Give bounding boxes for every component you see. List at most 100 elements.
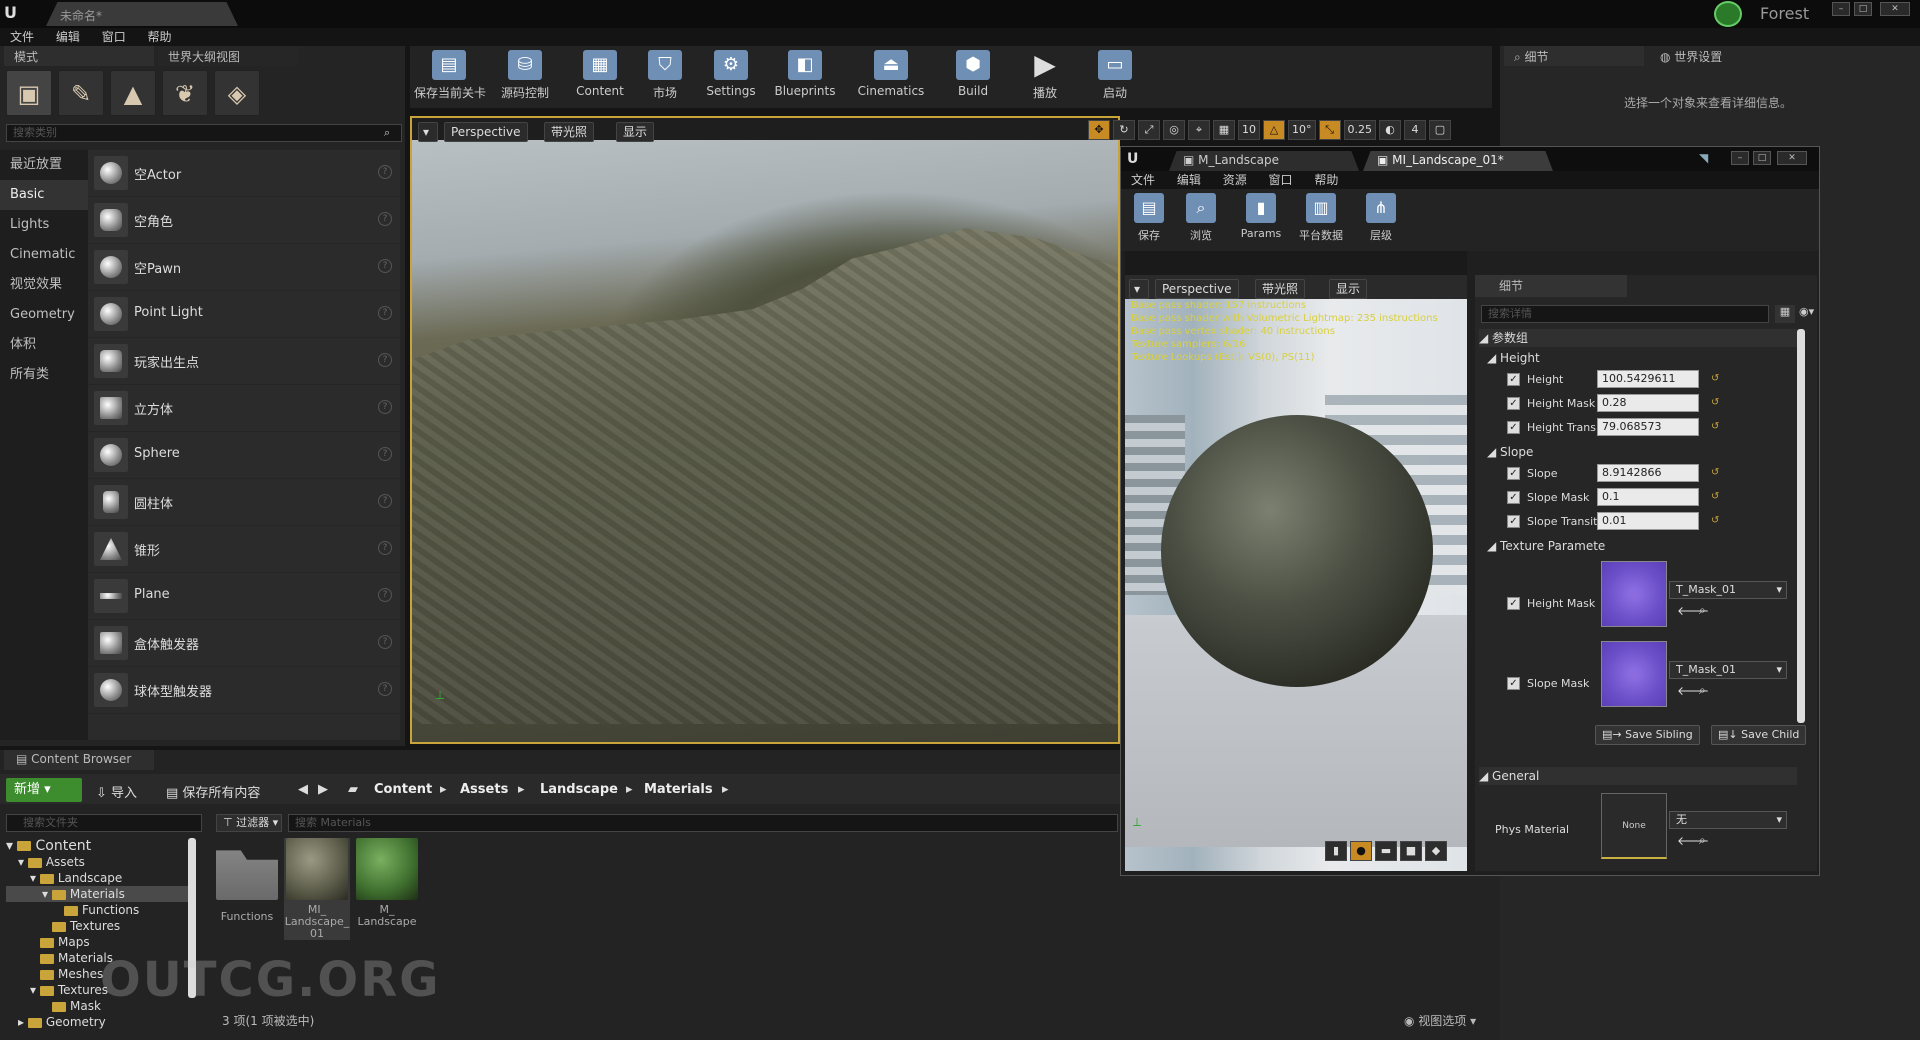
- menu-window[interactable]: 窗口: [1269, 171, 1293, 189]
- view-options-button[interactable]: ◉ 视图选项 ▾: [1404, 1012, 1476, 1029]
- pin-icon[interactable]: ◥: [1699, 151, 1708, 165]
- menu-window[interactable]: 窗口: [102, 28, 126, 46]
- breadcrumb-landscape[interactable]: Landscape: [540, 782, 618, 797]
- lit-button[interactable]: 带光照: [1255, 279, 1306, 299]
- checkbox[interactable]: ✓: [1507, 515, 1520, 528]
- tree-materials-selected[interactable]: ▾ Materials: [6, 886, 192, 902]
- menu-help[interactable]: 帮助: [148, 28, 172, 46]
- grid-snap-icon[interactable]: ▦: [1213, 120, 1235, 140]
- surface-snap-icon[interactable]: ⌖: [1188, 120, 1210, 140]
- tree-maps[interactable]: Maps: [6, 934, 192, 950]
- viewport-menu-button[interactable]: ▾: [1129, 279, 1149, 299]
- close-button[interactable]: ✕: [1777, 151, 1807, 165]
- menu-file[interactable]: 文件: [10, 28, 34, 46]
- category-recent[interactable]: 最近放置: [0, 150, 88, 180]
- blueprints-button[interactable]: ◧ Blueprints: [770, 48, 840, 106]
- category-all-classes[interactable]: 所有类: [0, 360, 88, 390]
- list-item[interactable]: Sphere?: [88, 432, 400, 479]
- cylinder-icon[interactable]: ▮: [1325, 841, 1347, 861]
- texture-select[interactable]: T_Mask_01 ▾: [1669, 661, 1787, 679]
- tab-modes[interactable]: 模式: [4, 46, 154, 66]
- user-icon[interactable]: [1714, 1, 1742, 27]
- level-viewport[interactable]: ▾ Perspective 带光照 显示 ⟂: [410, 116, 1120, 744]
- list-item[interactable]: 空Pawn?: [88, 244, 400, 291]
- foliage-mode-icon[interactable]: ❦: [162, 70, 208, 116]
- list-item[interactable]: 球体型触发器?: [88, 667, 400, 714]
- minimize-button[interactable]: –: [1832, 2, 1850, 16]
- breadcrumb-assets[interactable]: Assets: [460, 782, 508, 797]
- search-class-input[interactable]: 搜索类别: [6, 124, 402, 142]
- texture-select[interactable]: T_Mask_01 ▾: [1669, 581, 1787, 599]
- mesh-icon[interactable]: ◆: [1425, 841, 1447, 861]
- platform-stats-button[interactable]: ▥ 平台数据: [1293, 193, 1349, 243]
- eye-icon[interactable]: ◉▾: [1799, 305, 1821, 323]
- geometry-mode-icon[interactable]: ◈: [214, 70, 260, 116]
- help-icon[interactable]: ?: [378, 353, 392, 367]
- filter-button[interactable]: ⊤ 过滤器 ▾: [216, 814, 282, 832]
- params-button[interactable]: ▮ Params: [1233, 193, 1289, 240]
- tree-content[interactable]: ▾ Content: [6, 838, 192, 854]
- camera-speed-icon[interactable]: ◐: [1379, 120, 1401, 140]
- show-button[interactable]: 显示: [616, 122, 655, 142]
- forward-arrow-icon[interactable]: ▶: [318, 782, 328, 797]
- details-scrollbar[interactable]: [1797, 329, 1805, 723]
- list-item[interactable]: 空Actor?: [88, 150, 400, 197]
- category-lights[interactable]: Lights: [0, 210, 88, 240]
- translate-icon[interactable]: ✥: [1088, 120, 1110, 140]
- save-level-button[interactable]: ▤ 保存当前关卡: [414, 48, 486, 106]
- list-item[interactable]: 玩家出生点?: [88, 338, 400, 385]
- scale-snap-icon[interactable]: ⤡: [1318, 120, 1341, 140]
- reset-arrow-icon[interactable]: ↺: [1711, 373, 1719, 384]
- reset-arrow-icon[interactable]: ↺: [1711, 467, 1719, 478]
- list-item[interactable]: 锥形?: [88, 526, 400, 573]
- play-button[interactable]: ▶ 播放: [1010, 48, 1080, 106]
- phys-material-select[interactable]: 无 ▾: [1669, 811, 1787, 829]
- group-texture-parameters[interactable]: ◢ Texture Paramete: [1487, 537, 1805, 555]
- tab-content-browser[interactable]: ▤ Content Browser: [4, 750, 154, 770]
- tree-assets[interactable]: ▾ Assets: [6, 854, 192, 870]
- world-space-icon[interactable]: ◎: [1163, 120, 1185, 140]
- import-button[interactable]: ⇩ 导入: [96, 782, 137, 801]
- menu-edit[interactable]: 编辑: [1177, 171, 1201, 189]
- scale-icon[interactable]: ⤢: [1138, 120, 1160, 140]
- paint-mode-icon[interactable]: ✎: [58, 70, 104, 116]
- param-value-input[interactable]: 0.28: [1597, 394, 1699, 412]
- sphere-icon[interactable]: ●: [1350, 841, 1372, 861]
- back-arrow-icon[interactable]: ◀: [298, 782, 308, 797]
- plane-icon[interactable]: ▬: [1375, 841, 1397, 861]
- help-icon[interactable]: ?: [378, 588, 392, 602]
- grid-size-value[interactable]: 10: [1238, 120, 1260, 140]
- help-icon[interactable]: ?: [378, 541, 392, 555]
- category-basic[interactable]: Basic: [0, 180, 88, 210]
- param-value-input[interactable]: 100.5429611: [1597, 370, 1699, 388]
- reset-arrow-icon[interactable]: ↺: [1711, 491, 1719, 502]
- tree-textures[interactable]: Textures: [6, 918, 192, 934]
- help-icon[interactable]: ?: [378, 212, 392, 226]
- category-visual-effects[interactable]: 视觉效果: [0, 270, 88, 300]
- content-button[interactable]: ▦ Content: [565, 48, 635, 106]
- asset-folder-functions[interactable]: Functions: [214, 838, 280, 940]
- help-icon[interactable]: ?: [378, 306, 392, 320]
- asset-m-landscape[interactable]: M_ Landscape: [354, 838, 420, 940]
- list-item[interactable]: 立方体?: [88, 385, 400, 432]
- build-button[interactable]: ⬢ Build: [938, 48, 1008, 106]
- camera-speed-value[interactable]: 4: [1404, 120, 1426, 140]
- tree-geometry[interactable]: ▸ Geometry: [6, 1014, 192, 1030]
- tab-mi-landscape-01[interactable]: ▣ MI_Landscape_01*: [1363, 151, 1553, 171]
- rotation-snap-icon[interactable]: △: [1263, 120, 1285, 140]
- tab-m-landscape[interactable]: ▣ M_Landscape: [1169, 151, 1359, 171]
- param-value-input[interactable]: 0.01: [1597, 512, 1699, 530]
- group-parameters[interactable]: ◢ 参数组: [1479, 329, 1797, 347]
- search-icon[interactable]: ⌕: [384, 126, 390, 140]
- browse-magnifier-icon[interactable]: ⌕: [1699, 603, 1706, 618]
- place-mode-icon[interactable]: ▣: [6, 70, 52, 116]
- checkbox[interactable]: ✓: [1507, 597, 1520, 610]
- landscape-mode-icon[interactable]: ▲: [110, 70, 156, 116]
- group-general[interactable]: ◢ General: [1479, 767, 1797, 785]
- marketplace-button[interactable]: ⛉ 市场: [630, 48, 700, 106]
- param-value-input[interactable]: 8.9142866: [1597, 464, 1699, 482]
- tab-details[interactable]: 细节: [1475, 275, 1627, 297]
- reset-arrow-icon[interactable]: ↺: [1711, 421, 1719, 432]
- help-icon[interactable]: ?: [378, 165, 392, 179]
- help-icon[interactable]: ?: [378, 494, 392, 508]
